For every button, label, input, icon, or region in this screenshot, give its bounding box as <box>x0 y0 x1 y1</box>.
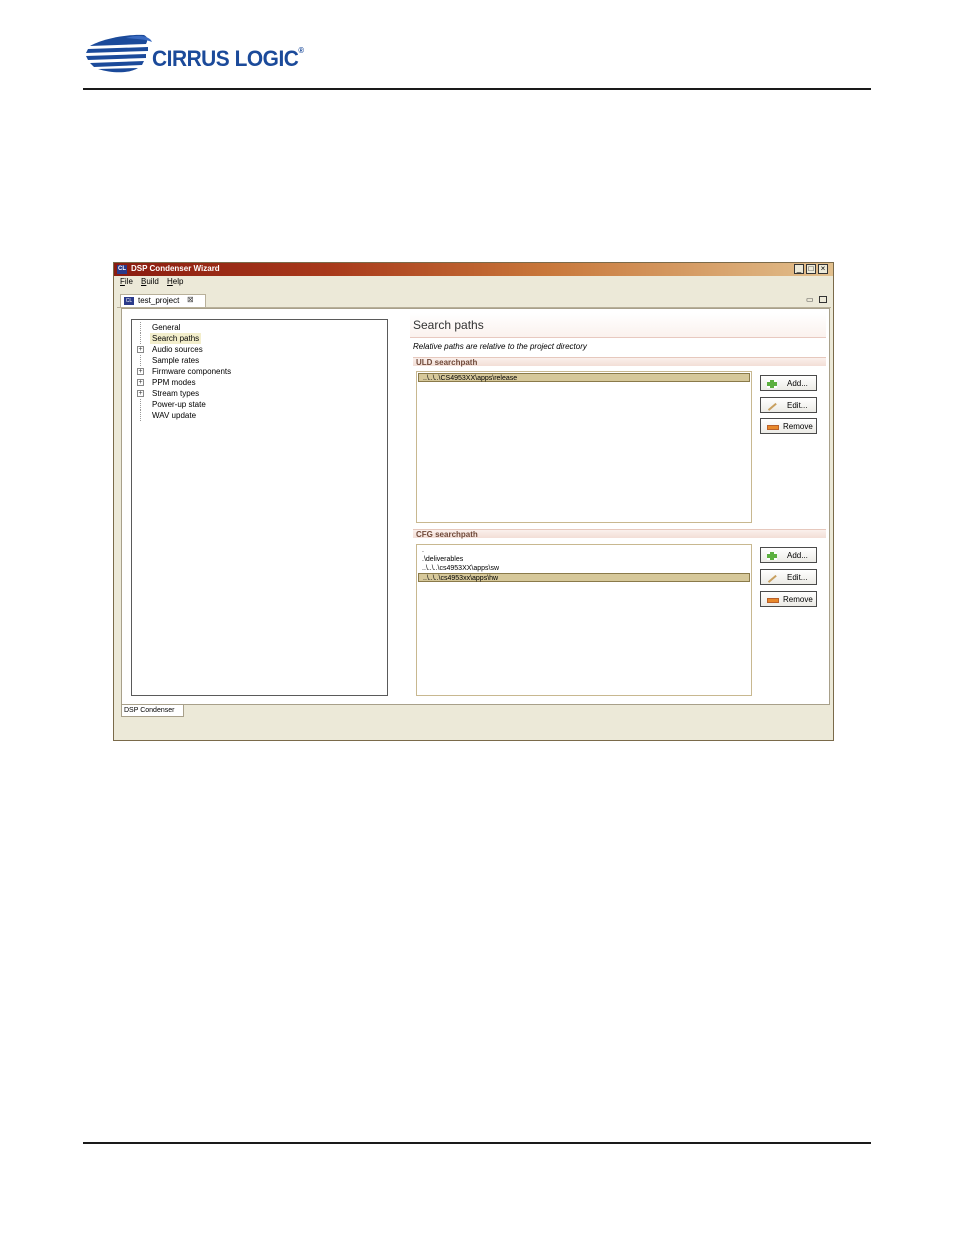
pane-header: Search paths <box>410 313 826 338</box>
title-bar[interactable]: CL DSP Condenser Wizard _ □ × <box>114 263 833 276</box>
list-item[interactable]: . <box>418 546 750 555</box>
close-button[interactable]: × <box>818 264 828 274</box>
footer-rule <box>83 1142 871 1144</box>
cfg-path-list[interactable]: . .\deliverables ..\..\..\cs4953XX\apps\… <box>416 544 752 696</box>
menu-help[interactable]: Help <box>167 277 183 286</box>
project-icon: CL <box>124 297 134 305</box>
cfg-section-header: CFG searchpath <box>413 529 826 539</box>
uld-section-header: ULD searchpath <box>413 357 826 367</box>
remove-icon <box>767 425 779 430</box>
expand-icon[interactable]: + <box>137 379 144 386</box>
menu-file[interactable]: File <box>120 277 133 286</box>
page-title: Search paths <box>413 318 484 332</box>
settings-tree[interactable]: General Search paths + Audio sources Samp… <box>131 319 388 696</box>
add-icon <box>767 380 777 388</box>
tab-dsp-condenser[interactable]: DSP Condenser <box>121 705 184 717</box>
uld-path-list[interactable]: ..\..\..\CS4953XX\apps\release <box>416 371 752 523</box>
tree-item-general[interactable]: General <box>132 322 387 333</box>
registered-mark: ® <box>298 46 304 55</box>
view-minimize-icon[interactable]: ▭ <box>806 295 814 304</box>
menu-build[interactable]: Build <box>141 277 159 286</box>
tree-item-stream-types[interactable]: + Stream types <box>132 388 387 399</box>
list-item[interactable]: .\deliverables <box>418 555 750 564</box>
list-item[interactable]: ..\..\..\CS4953XX\apps\release <box>418 373 750 382</box>
tree-item-wav-update[interactable]: WAV update <box>132 410 387 421</box>
app-icon: CL <box>117 265 127 274</box>
cfg-edit-button[interactable]: Edit... <box>760 569 817 585</box>
tree-item-ppm-modes[interactable]: + PPM modes <box>132 377 387 388</box>
expand-icon[interactable]: + <box>137 346 144 353</box>
cfg-add-button[interactable]: Add... <box>760 547 817 563</box>
view-maximize-icon[interactable] <box>819 296 827 303</box>
app-window: CL DSP Condenser Wizard _ □ × File Build… <box>113 262 834 741</box>
expand-icon[interactable]: + <box>137 390 144 397</box>
list-item[interactable]: ..\..\..\cs4953XX\apps\sw <box>418 564 750 573</box>
uld-edit-button[interactable]: Edit... <box>760 397 817 413</box>
cfg-remove-button[interactable]: Remove <box>760 591 817 607</box>
tree-item-power-up-state[interactable]: Power-up state <box>132 399 387 410</box>
uld-remove-button[interactable]: Remove <box>760 418 817 434</box>
expand-icon[interactable]: + <box>137 368 144 375</box>
pane-description: Relative paths are relative to the proje… <box>413 342 587 351</box>
pencil-icon <box>767 402 777 411</box>
brand-name: CIRRUS LOGIC® <box>152 46 304 71</box>
uld-add-button[interactable]: Add... <box>760 375 817 391</box>
tree-item-sample-rates[interactable]: Sample rates <box>132 355 387 366</box>
tree-item-firmware-components[interactable]: + Firmware components <box>132 366 387 377</box>
tree-item-audio-sources[interactable]: + Audio sources <box>132 344 387 355</box>
add-icon <box>767 552 777 560</box>
list-item[interactable]: ..\..\..\cs4953xx\apps\hw <box>418 573 750 582</box>
tree-item-search-paths[interactable]: Search paths <box>132 333 387 344</box>
maximize-button[interactable]: □ <box>806 264 816 274</box>
tab-test-project[interactable]: CL test_project ⊠ <box>120 294 206 307</box>
tab-close-icon[interactable]: ⊠ <box>187 295 194 304</box>
header-rule <box>83 88 871 90</box>
window-title: DSP Condenser Wizard <box>131 264 220 273</box>
menu-bar: File Build Help <box>114 276 833 288</box>
editor-tab-strip: CL test_project ⊠ ▭ <box>117 294 831 308</box>
remove-icon <box>767 598 779 603</box>
tab-label: test_project <box>138 296 180 305</box>
minimize-button[interactable]: _ <box>794 264 804 274</box>
editor-area: General Search paths + Audio sources Samp… <box>121 308 830 705</box>
pencil-icon <box>767 574 777 583</box>
